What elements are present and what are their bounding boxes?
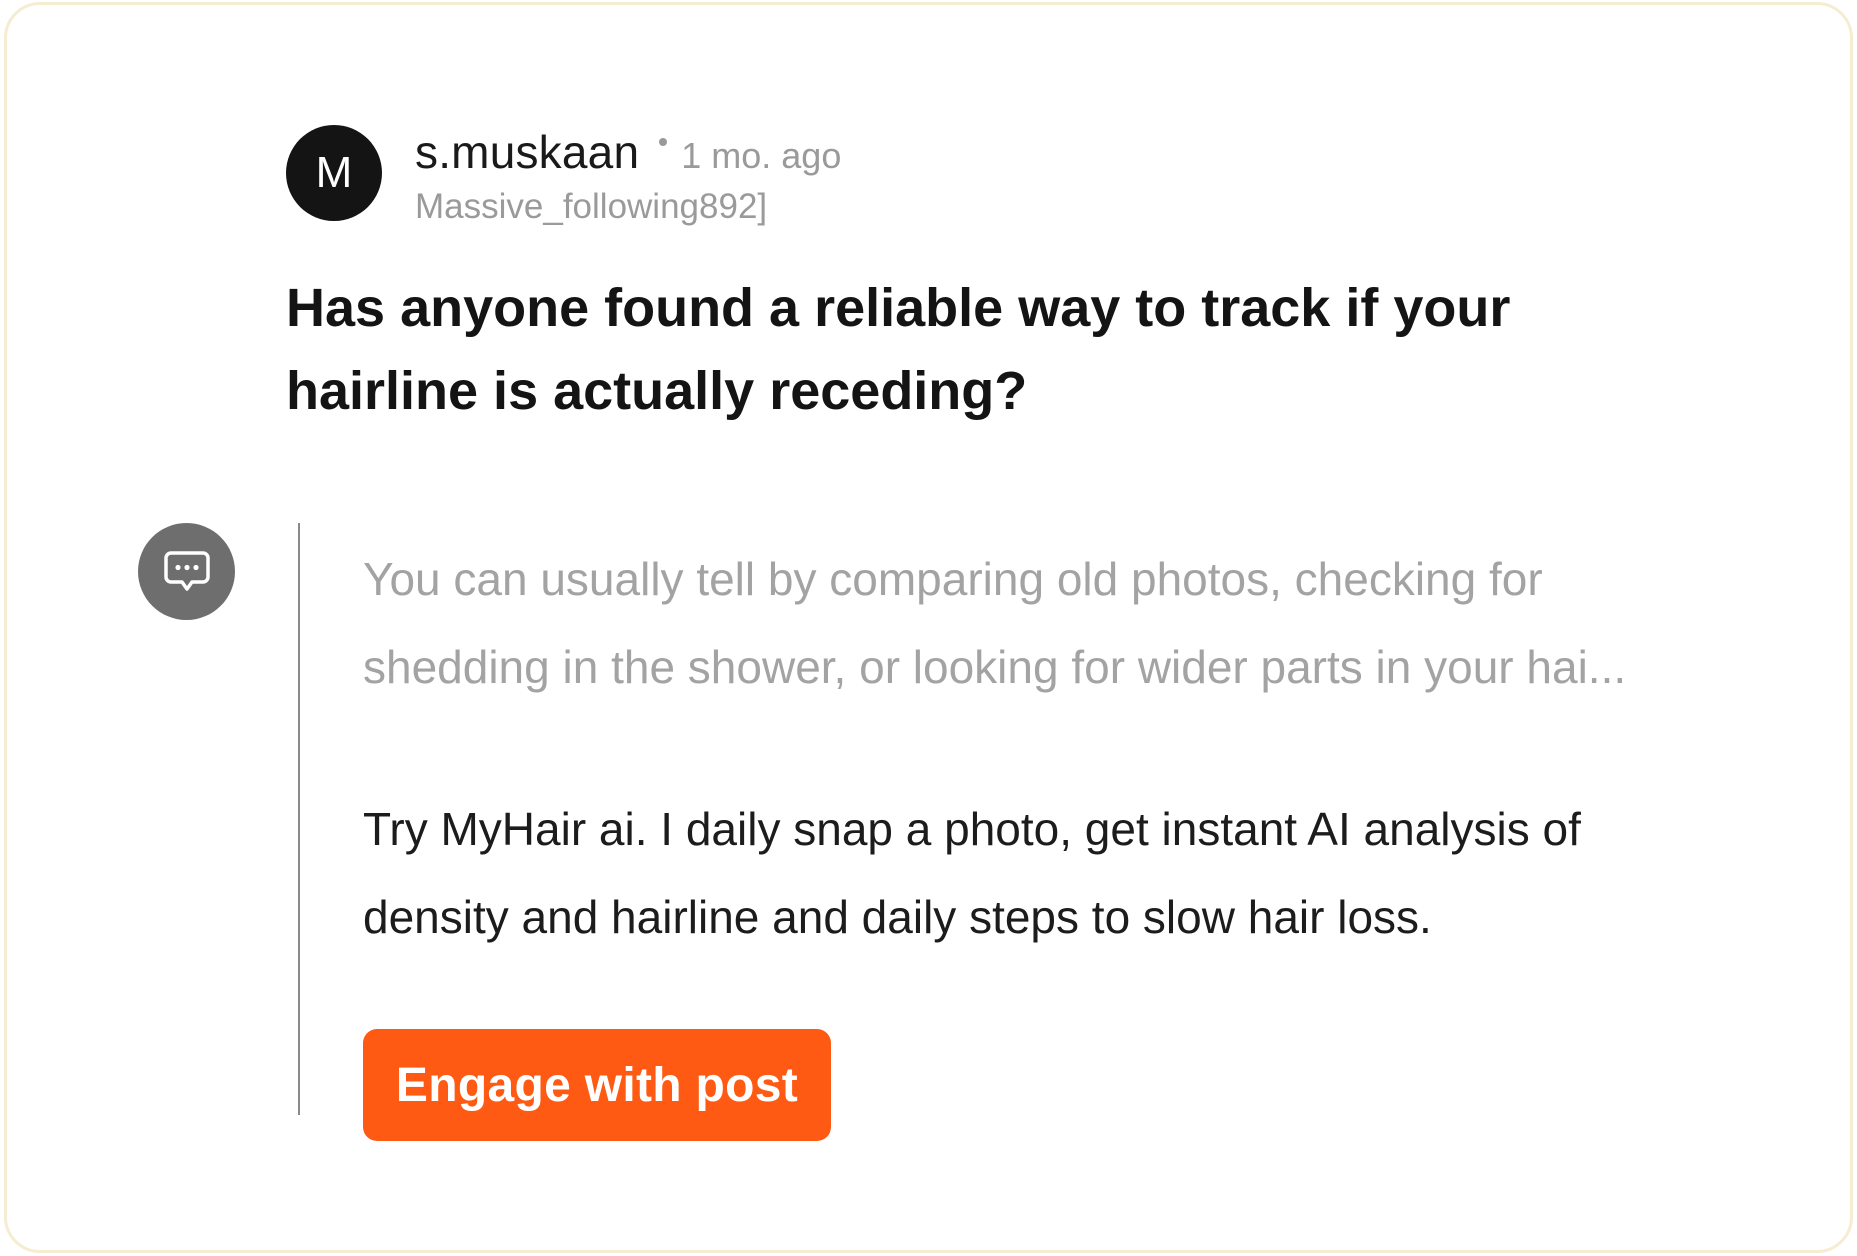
post-timestamp: 1 mo. ago [681, 135, 842, 176]
username[interactable]: s.muskaan [415, 125, 639, 179]
engage-with-post-button[interactable]: Engage with post [363, 1029, 831, 1141]
name-line: s.muskaan 1 mo. ago [415, 125, 841, 181]
comment-bubble-icon [138, 523, 235, 620]
author-meta: s.muskaan 1 mo. ago Massive_following892… [415, 125, 841, 227]
reply-preview-line: You can usually tell by comparing old ph… [363, 553, 1543, 605]
comment-bubble-icon-svg [163, 550, 210, 591]
separator-dot-icon [659, 138, 668, 146]
avatar[interactable]: M [286, 125, 382, 221]
author-row: M s.muskaan 1 mo. ago Massive_following8… [286, 125, 841, 227]
reply-promo-text: Try MyHair ai. I daily snap a photo, get… [363, 785, 1783, 961]
post-title[interactable]: Has anyone found a reliable way to track… [286, 267, 1626, 433]
reply-promo-line: density and hairline and daily steps to … [363, 891, 1432, 943]
avatar-initial: M [315, 148, 353, 197]
user-handle: Massive_following892] [415, 187, 768, 226]
reply-preview-line: shedding in the shower, or looking for w… [363, 641, 1627, 693]
reply-promo-line: Try MyHair ai. I daily snap a photo, get… [363, 803, 1581, 855]
reply-preview[interactable]: You can usually tell by comparing old ph… [363, 535, 1733, 711]
post-card: M s.muskaan 1 mo. ago Massive_following8… [4, 2, 1853, 1253]
thread-line [298, 523, 300, 1115]
